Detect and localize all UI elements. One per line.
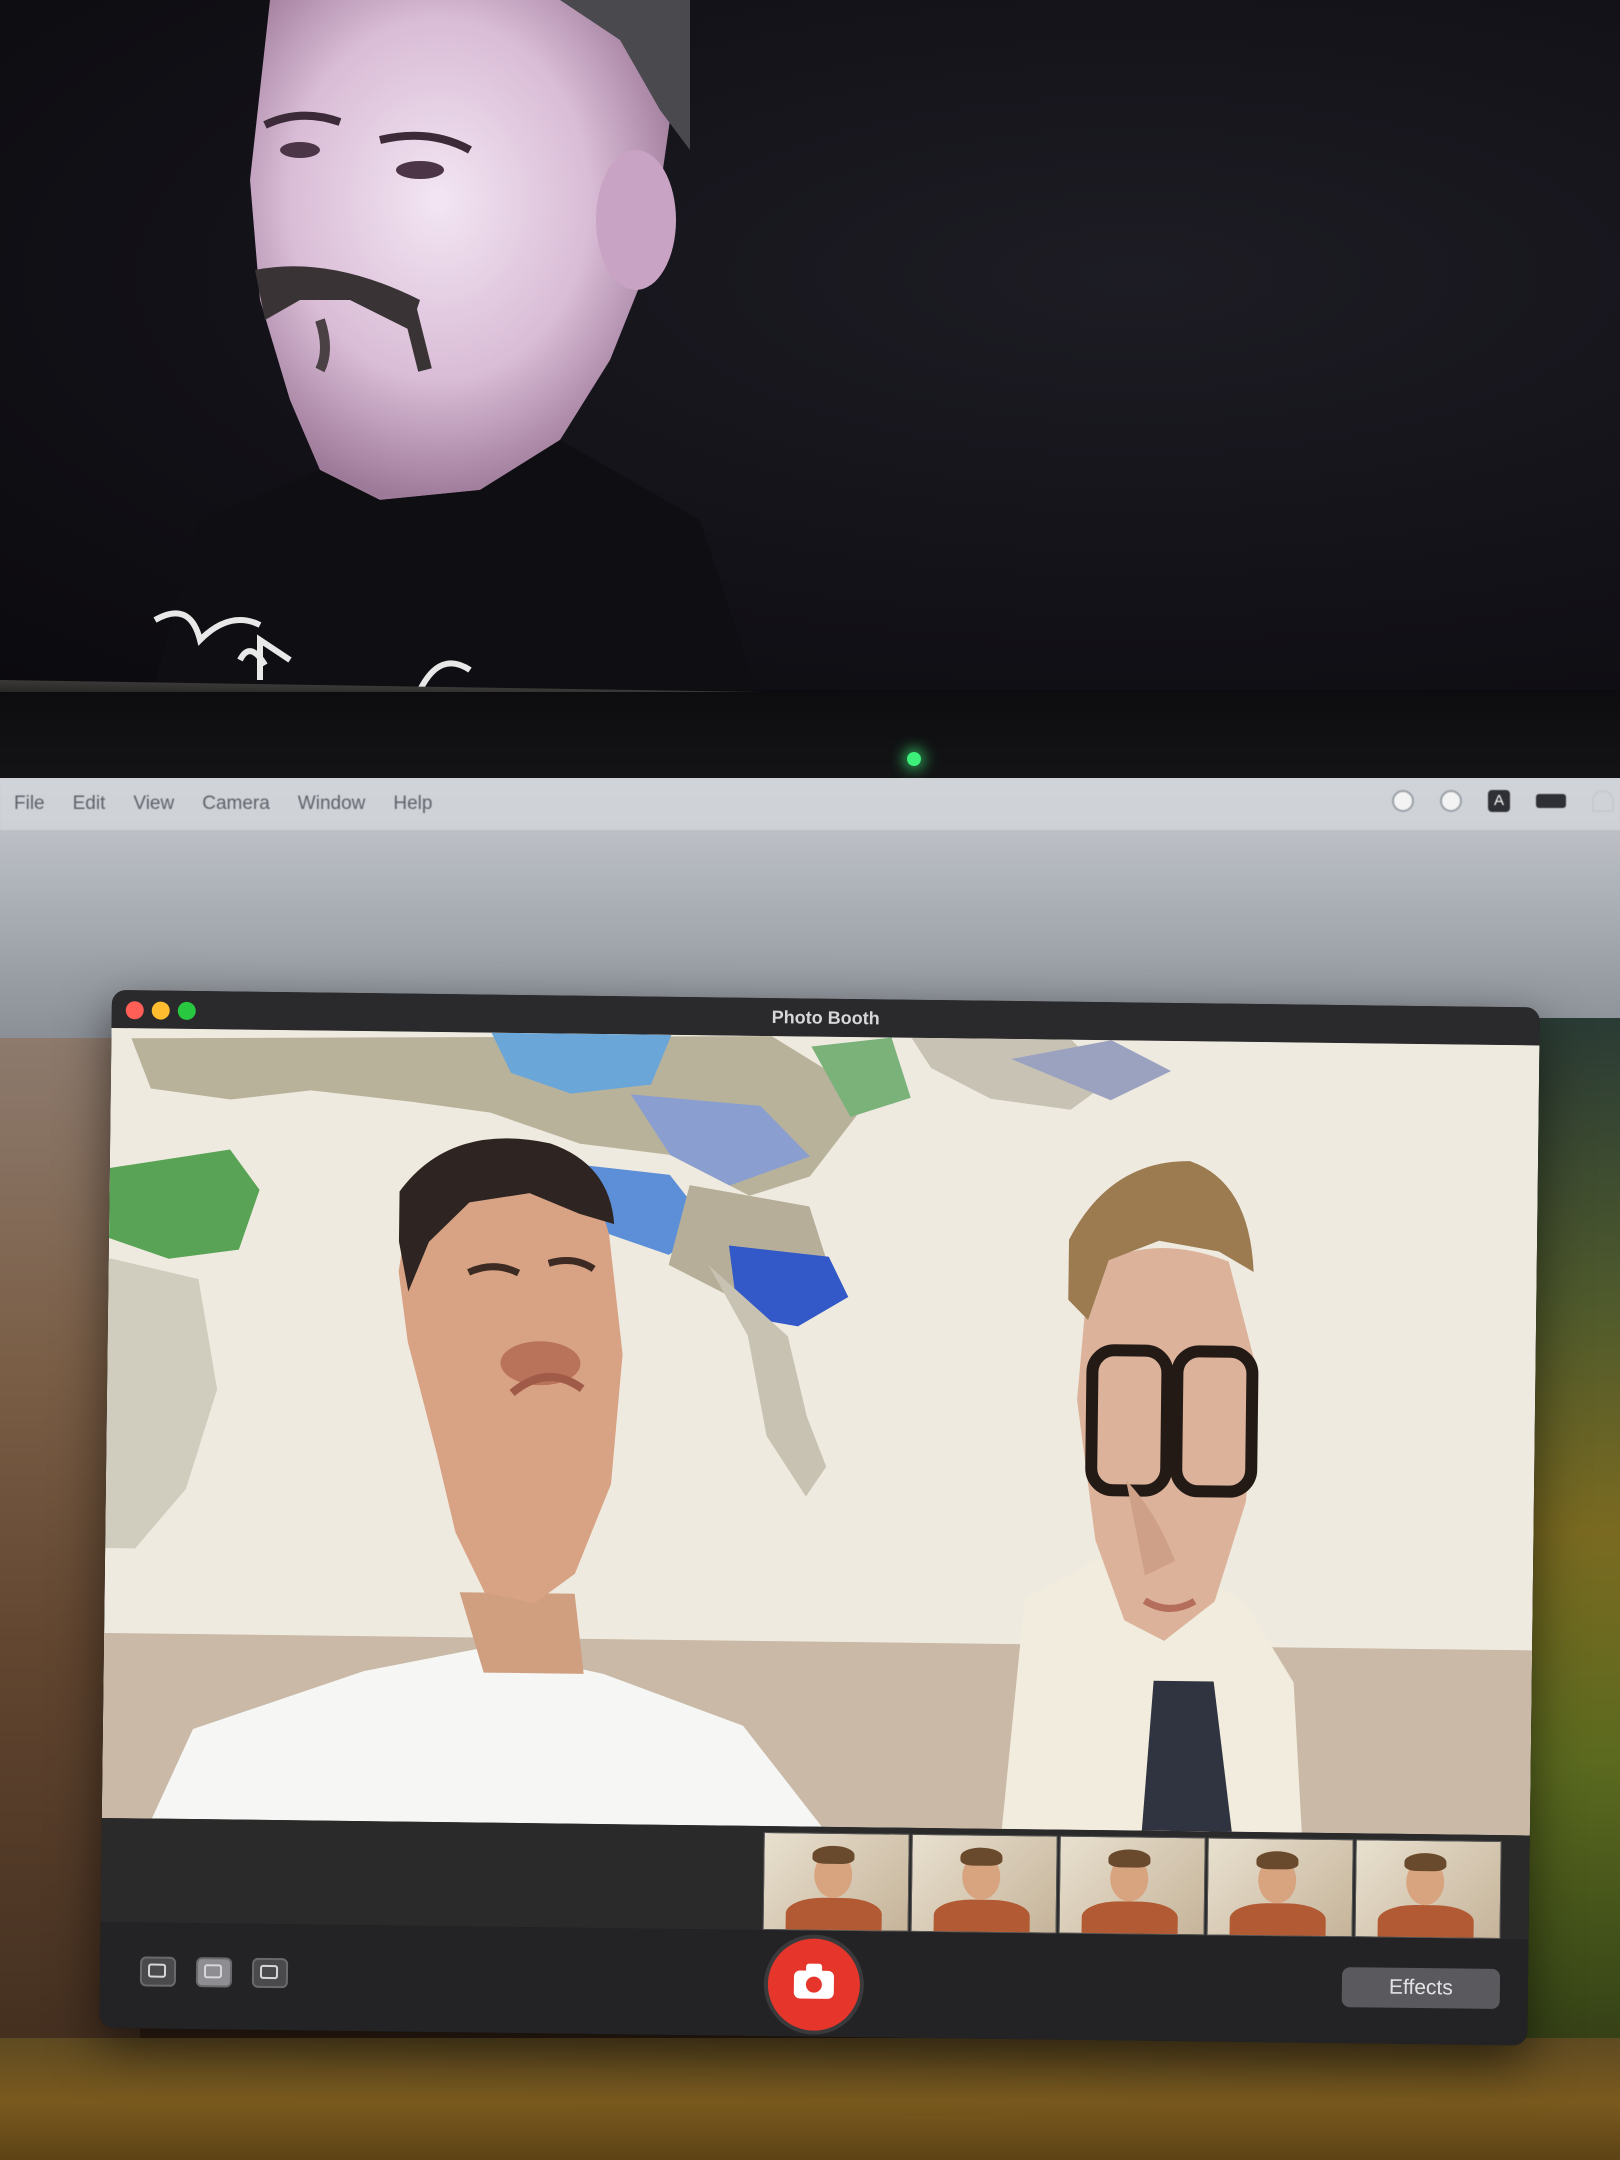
menu-file[interactable]: File xyxy=(14,793,45,815)
menu-view[interactable]: View xyxy=(133,793,174,815)
menu-help[interactable]: Help xyxy=(393,793,432,815)
control-center-icon[interactable] xyxy=(1392,790,1414,812)
photo-thumbnail[interactable] xyxy=(1206,1837,1354,1938)
laptop-bezel xyxy=(0,692,1620,782)
four-up-mode-icon[interactable] xyxy=(139,1956,177,1987)
video-person-image xyxy=(152,0,757,690)
photo-thumbnail[interactable] xyxy=(1354,1839,1502,1940)
battery-icon[interactable] xyxy=(1536,794,1566,808)
photo-booth-window: Photo Booth Effects xyxy=(99,990,1540,2046)
camera-indicator-light xyxy=(907,752,921,766)
bottom-toolbar: Effects xyxy=(99,1921,1529,2046)
wallpaper-foreground xyxy=(0,2038,1620,2160)
wifi-icon[interactable] xyxy=(1592,790,1614,812)
video-mode-icon[interactable] xyxy=(251,1957,289,1989)
menu-camera[interactable]: Camera xyxy=(202,793,270,815)
camera-preview xyxy=(101,1027,1540,1836)
photo-thumbnail[interactable] xyxy=(910,1833,1058,1934)
photo-thumbnail[interactable] xyxy=(762,1832,910,1932)
menu-edit[interactable]: Edit xyxy=(73,793,106,815)
camera-preview-image xyxy=(101,1027,1540,1836)
siri-icon[interactable] xyxy=(1440,790,1462,812)
camera-icon xyxy=(793,1970,835,1999)
effects-button[interactable]: Effects xyxy=(1341,1967,1501,2010)
menu-bar: File Edit View Camera Window Help A xyxy=(0,778,1620,830)
thumbnail-strip xyxy=(100,1817,1530,1940)
background-video-display xyxy=(0,0,1620,690)
input-source-icon[interactable]: A xyxy=(1488,790,1510,812)
take-photo-button[interactable] xyxy=(767,1938,861,2032)
photo-thumbnail[interactable] xyxy=(1058,1835,1206,1936)
menu-window[interactable]: Window xyxy=(298,793,366,815)
single-photo-mode-icon[interactable] xyxy=(195,1957,233,1988)
status-menu-area: A xyxy=(1392,790,1614,812)
